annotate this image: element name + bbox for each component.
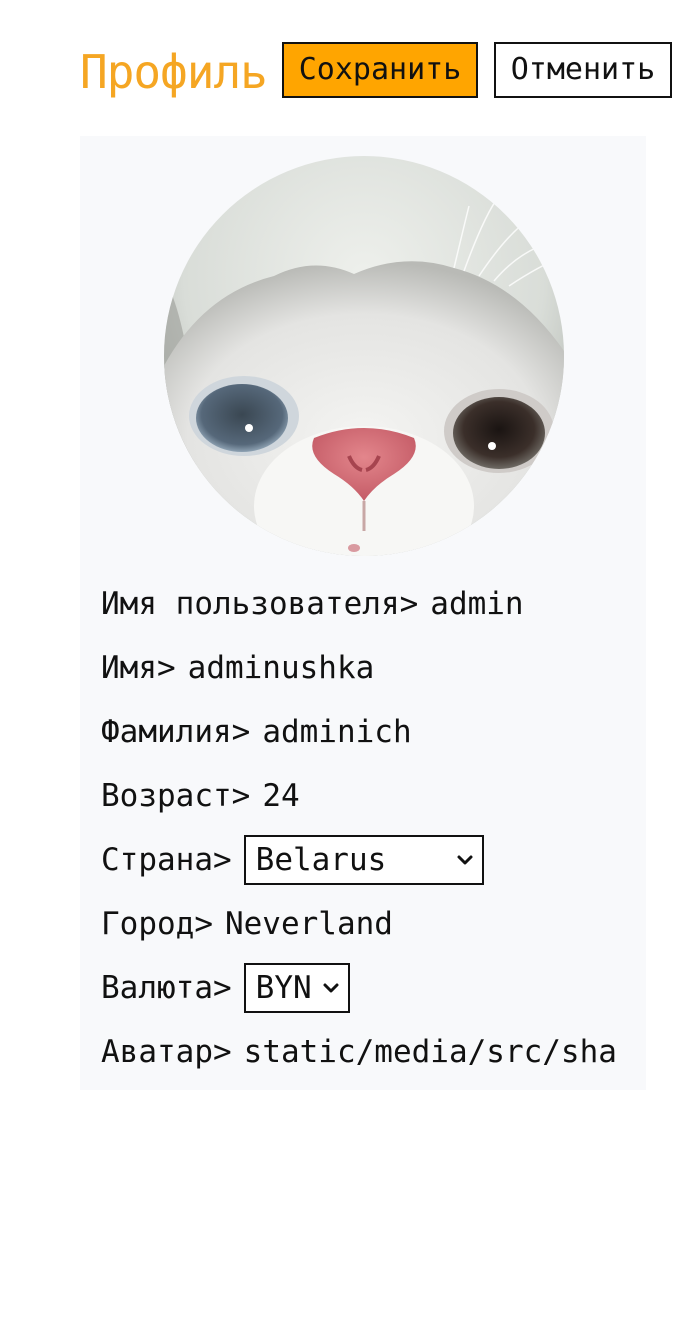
page-title: Профиль [80, 45, 268, 99]
last-name-value: adminich [262, 714, 412, 750]
city-label: Город> [101, 906, 213, 942]
avatar-row: Аватар> static/media/src/sha [101, 1020, 641, 1084]
age-row: Возраст> 24 [101, 764, 641, 828]
currency-selected-value: BYN [255, 970, 312, 1006]
country-row: Страна> Belarus [101, 828, 641, 892]
avatar [164, 156, 564, 556]
country-select[interactable]: Belarus [243, 835, 484, 885]
first-name-label: Имя> [101, 650, 176, 686]
last-name-label: Фамилия> [101, 714, 251, 750]
currency-row: Валюта> BYN [101, 956, 641, 1020]
country-label: Страна> [101, 842, 232, 878]
chevron-down-icon [457, 855, 473, 865]
profile-card: Имя пользователя> admin Имя> adminushka … [80, 136, 646, 1090]
save-button[interactable]: Сохранить [282, 42, 478, 98]
first-name-value: adminushka [187, 650, 375, 686]
age-label: Возраст> [101, 778, 251, 814]
profile-fields: Имя пользователя> admin Имя> adminushka … [101, 572, 641, 1084]
username-row: Имя пользователя> admin [101, 572, 641, 636]
cat-photo-icon [164, 156, 564, 556]
age-value: 24 [262, 778, 300, 814]
avatar-path-value: static/media/src/sha [243, 1034, 617, 1070]
city-value: Neverland [224, 906, 393, 942]
profile-header: Профиль Сохранить Отменить [80, 40, 680, 104]
currency-select[interactable]: BYN [243, 963, 350, 1013]
first-name-row: Имя> adminushka [101, 636, 641, 700]
avatar-label: Аватар> [101, 1034, 232, 1070]
city-row: Город> Neverland [101, 892, 641, 956]
chevron-down-icon [323, 983, 339, 993]
country-selected-value: Belarus [255, 842, 387, 878]
currency-label: Валюта> [101, 970, 232, 1006]
cancel-button[interactable]: Отменить [494, 42, 672, 98]
username-label: Имя пользователя> [101, 586, 419, 622]
username-value: admin [430, 586, 524, 622]
last-name-row: Фамилия> adminich [101, 700, 641, 764]
